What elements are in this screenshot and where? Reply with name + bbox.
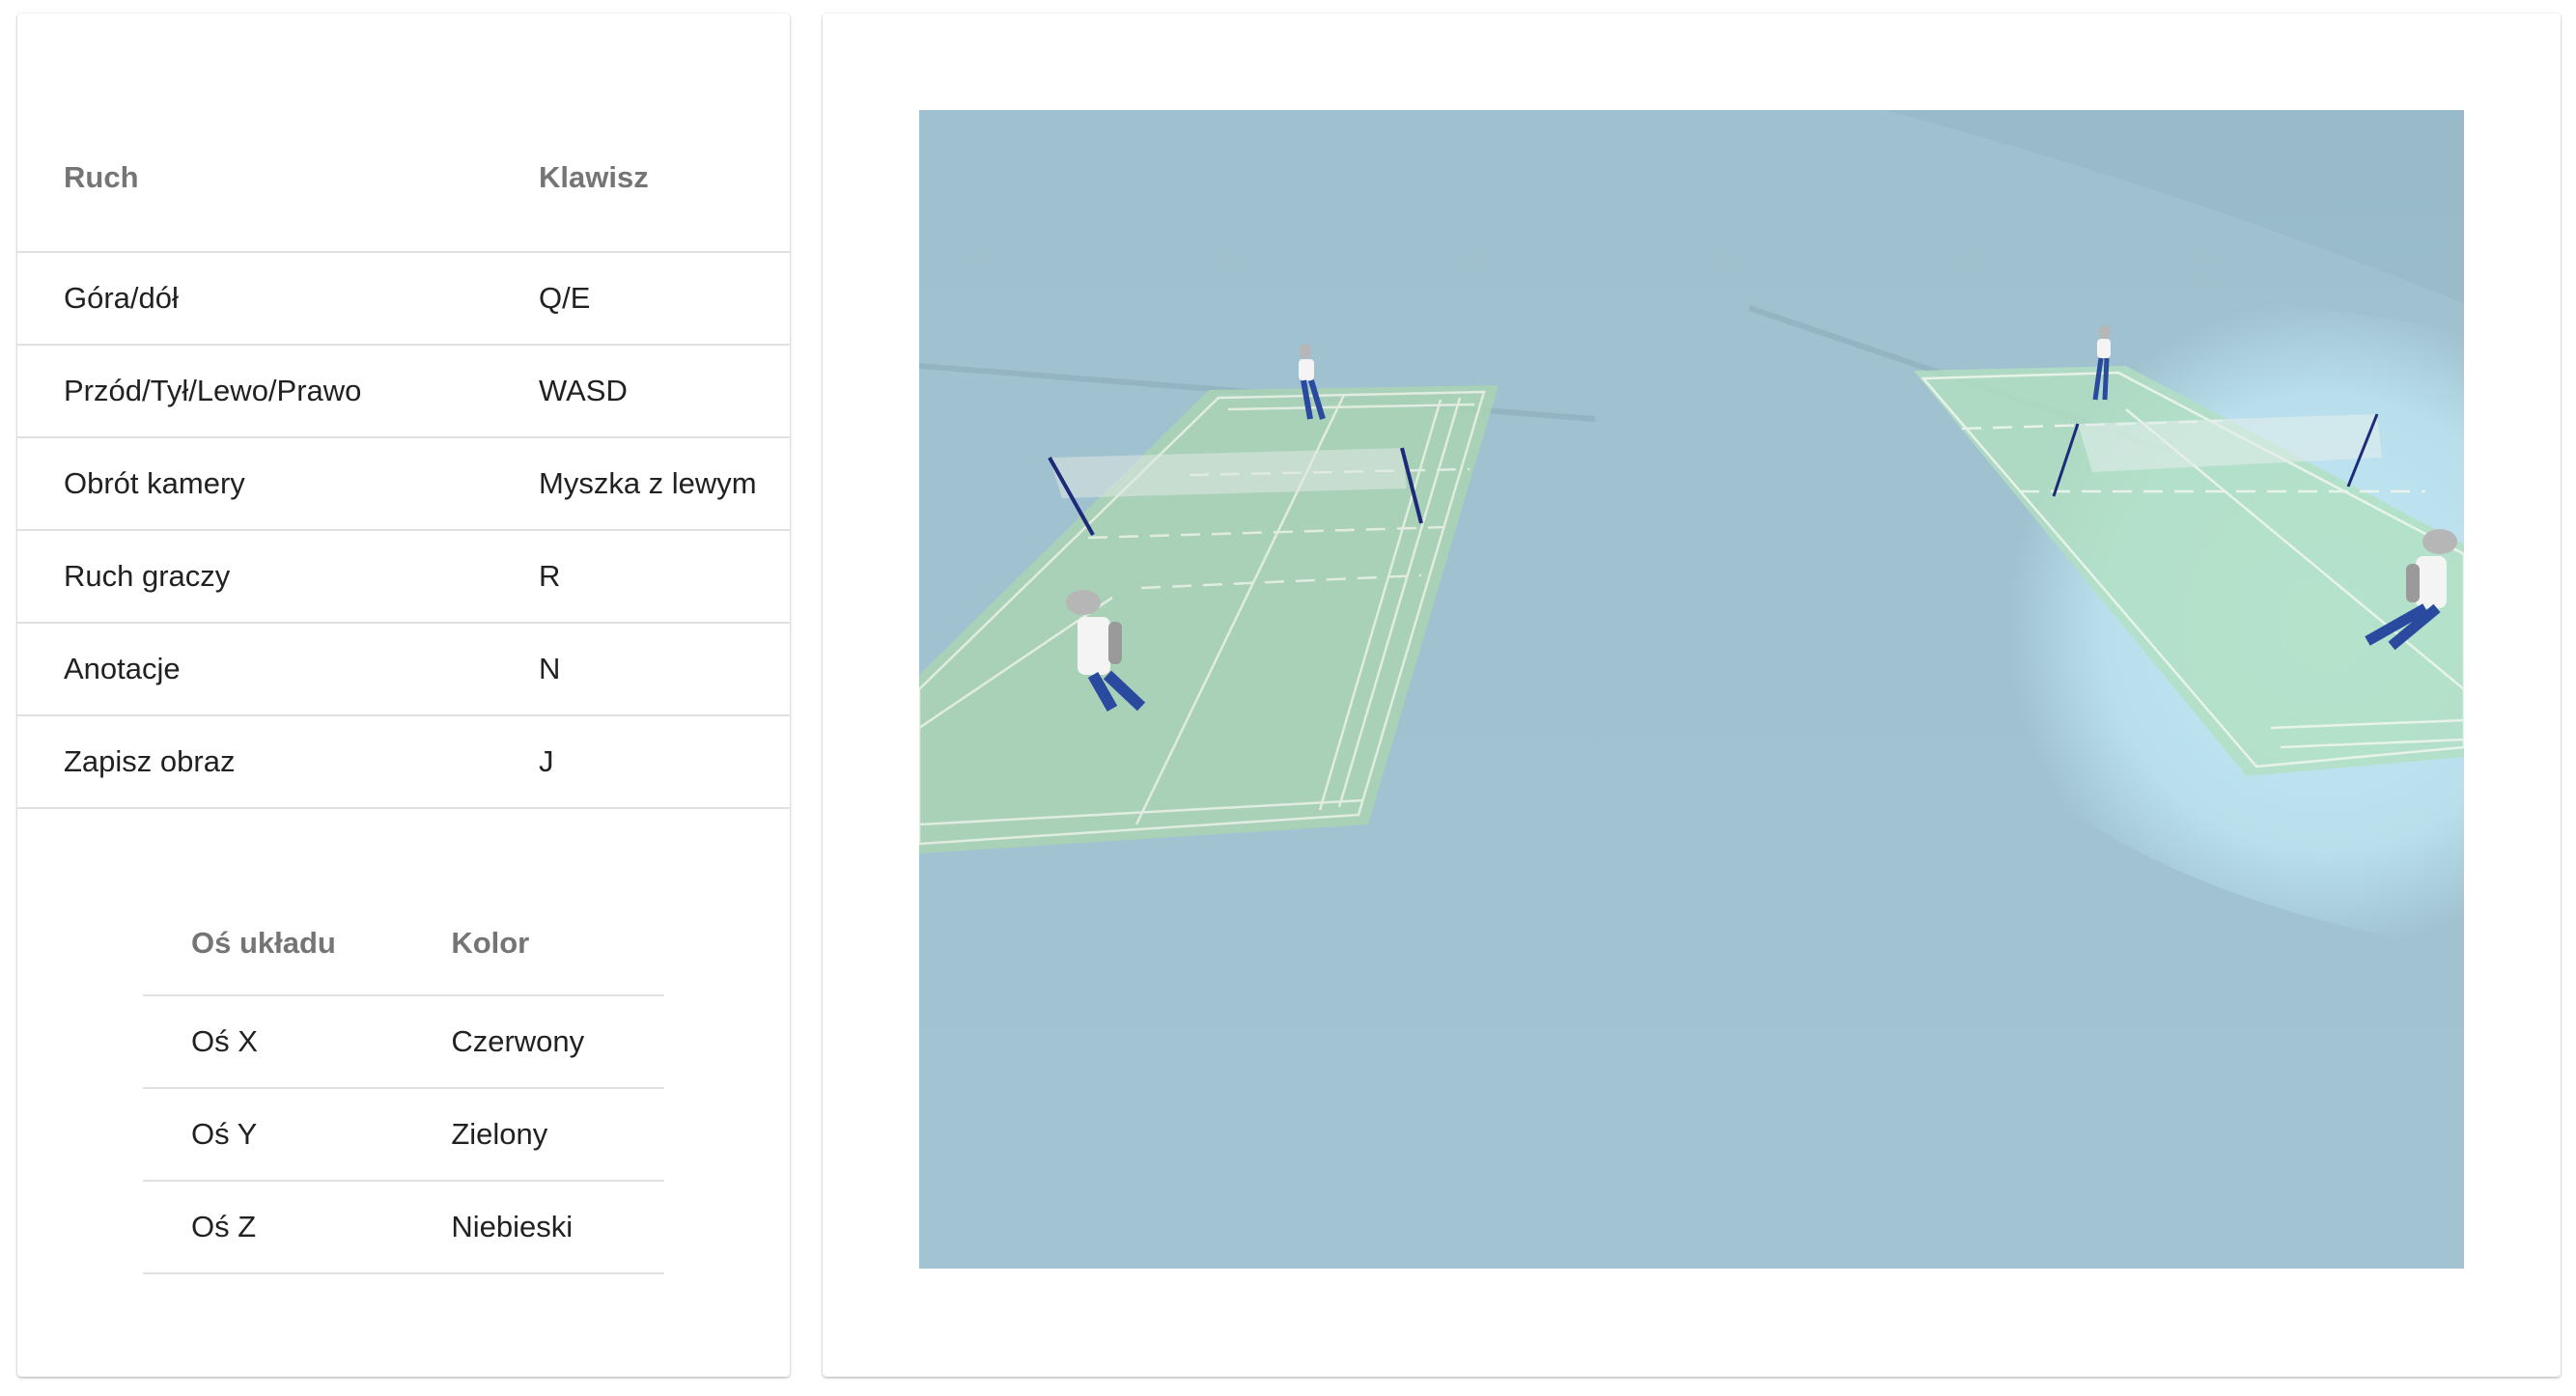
table-row: Przód/Tył/Lewo/Prawo WASD [17, 345, 790, 437]
action-cell: Anotacje [64, 652, 181, 685]
action-cell: Przód/Tył/Lewo/Prawo [64, 374, 362, 407]
header-action: Ruch [64, 160, 139, 194]
axis-cell: Oś Z [191, 1210, 257, 1243]
table-row: Obrót kamery Myszka z lewym [17, 437, 790, 530]
table-row: Góra/dół Q/E [17, 252, 790, 345]
table-row: Zapisz obraz J [17, 715, 790, 808]
table-header-row: Ruch Klawisz [17, 104, 790, 252]
key-cell: Myszka z lewym [539, 466, 757, 500]
header-key: Klawisz [539, 160, 649, 194]
key-cell: R [539, 559, 561, 593]
key-cell: Q/E [539, 281, 591, 315]
color-cell: Czerwony [451, 1024, 585, 1058]
3d-viewport-canvas[interactable] [919, 110, 2464, 1269]
header-color: Kolor [451, 926, 530, 960]
table-row: Oś Z Niebieski [143, 1181, 664, 1273]
action-cell: Obrót kamery [64, 466, 245, 500]
key-cell: J [539, 744, 554, 778]
axis-cell: Oś X [191, 1024, 258, 1058]
controls-panel: Ruch Klawisz Góra/dół Q/E Przód/Tył/Lewo… [17, 14, 790, 1377]
header-axis: Oś układu [191, 926, 336, 960]
color-cell: Niebieski [451, 1210, 574, 1243]
table-row: Ruch graczy R [17, 530, 790, 623]
viewer-panel [823, 14, 2561, 1377]
axes-table: Oś układu Kolor Oś X Czerwony Oś Y Zielo… [143, 892, 664, 1274]
color-cell: Zielony [451, 1117, 548, 1151]
axis-cell: Oś Y [191, 1117, 258, 1151]
table-header-row: Oś układu Kolor [143, 892, 664, 995]
controls-table: Ruch Klawisz Góra/dół Q/E Przód/Tył/Lewo… [17, 104, 790, 809]
action-cell: Góra/dół [64, 281, 179, 315]
key-cell: WASD [539, 374, 628, 407]
table-row: Oś Y Zielony [143, 1088, 664, 1181]
action-cell: Zapisz obraz [64, 744, 236, 778]
table-row: Oś X Czerwony [143, 995, 664, 1088]
key-cell: N [539, 652, 561, 685]
action-cell: Ruch graczy [64, 559, 231, 593]
table-row: Anotacje N [17, 623, 790, 715]
